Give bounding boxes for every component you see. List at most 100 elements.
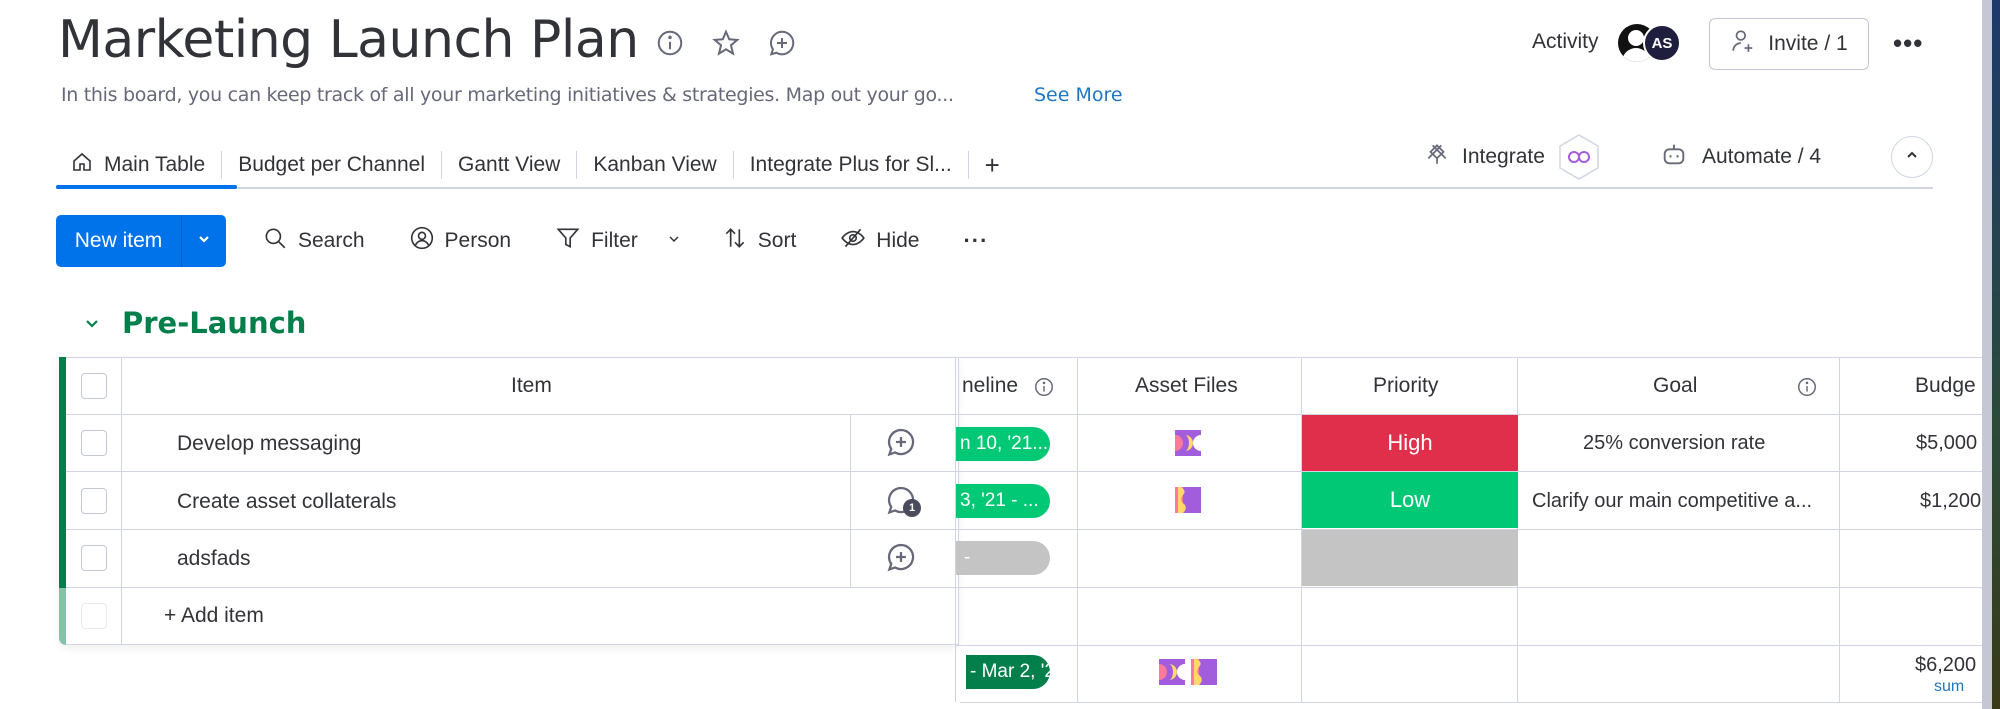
search-button[interactable]: Search	[262, 225, 365, 257]
person-label: Person	[444, 229, 512, 252]
home-icon	[70, 150, 94, 180]
item-name[interactable]: adsfads	[177, 547, 251, 571]
add-person-icon	[1730, 28, 1756, 60]
add-view-button[interactable]: +	[967, 150, 1016, 180]
budget-sum-value: $6,200	[1915, 654, 1977, 676]
search-label: Search	[298, 229, 365, 252]
sort-icon	[722, 225, 748, 257]
chevron-up-icon	[1904, 147, 1920, 168]
board-title[interactable]: Marketing Launch Plan	[58, 10, 639, 70]
toolbar-more-icon[interactable]: ···	[963, 228, 988, 254]
activity-button[interactable]: Activity	[1532, 30, 1599, 54]
add-row-checkbox	[81, 603, 107, 629]
tab-budget-per-channel[interactable]: Budget per Channel	[221, 151, 441, 179]
timeline-summary-pill: - Mar 2, '2	[966, 655, 1050, 689]
column-header-goal[interactable]: Goal	[1653, 374, 1697, 398]
info-icon[interactable]	[655, 28, 685, 63]
filter-label: Filter	[591, 229, 638, 252]
sort-label: Sort	[757, 229, 797, 252]
priority-status-cell[interactable]: High	[1302, 415, 1518, 471]
group-color-bar	[59, 357, 66, 588]
tab-gantt-view[interactable]: Gantt View	[441, 151, 576, 179]
tab-kanban-view[interactable]: Kanban View	[576, 151, 732, 179]
board-title-actions	[655, 28, 797, 63]
row-divider	[955, 357, 1982, 358]
select-all-checkbox[interactable]	[81, 373, 107, 399]
priority-status-cell[interactable]: Low	[1302, 472, 1518, 528]
board-more-menu-icon[interactable]: •••	[1893, 28, 1923, 59]
file-thumbnail-icon[interactable]	[1175, 487, 1201, 513]
info-icon[interactable]	[1033, 376, 1055, 403]
column-header-item[interactable]: Item	[511, 374, 552, 398]
item-name[interactable]: Create asset collaterals	[177, 490, 396, 514]
goal-cell[interactable]: 25% conversion rate	[1583, 432, 1765, 455]
tab-label: Budget per Channel	[238, 153, 425, 176]
group-collapse-chevron-icon[interactable]	[82, 314, 102, 334]
priority-status-cell-empty[interactable]	[1302, 530, 1518, 586]
add-update-icon[interactable]	[767, 28, 797, 63]
updates-count-badge: 1	[903, 499, 921, 517]
item-name[interactable]: Develop messaging	[177, 432, 361, 456]
sort-button[interactable]: Sort	[722, 225, 797, 257]
column-divider	[955, 357, 956, 702]
tab-label: Integrate Plus for Sl...	[749, 153, 952, 176]
row-divider	[955, 587, 1982, 588]
see-more-link[interactable]: See More	[1034, 84, 1123, 106]
search-icon	[262, 225, 288, 257]
invite-button[interactable]: Invite / 1	[1709, 18, 1869, 70]
tab-label: Gantt View	[458, 153, 561, 176]
invite-label: Invite / 1	[1768, 32, 1848, 55]
tab-main-table[interactable]: Main Table	[56, 151, 221, 179]
person-filter-button[interactable]: Person	[409, 225, 512, 257]
vertical-scrollbar[interactable]	[1982, 0, 1992, 709]
desktop-background-edge	[1992, 0, 2000, 709]
budget-sum-label: sum	[1934, 678, 1965, 695]
file-thumbnail-icon	[1191, 659, 1217, 685]
column-header-budget[interactable]: Budge	[1915, 374, 1982, 398]
filter-icon	[555, 225, 581, 257]
filter-button[interactable]: Filter	[555, 225, 682, 257]
chevron-down-icon[interactable]	[648, 229, 682, 253]
timeline-pill[interactable]: 3, '21 - ...	[956, 484, 1050, 518]
person-icon	[409, 225, 435, 257]
board-toolbar: Search Person Filter Sort Hide ···	[262, 224, 988, 258]
add-update-icon[interactable]	[884, 425, 918, 464]
row-divider	[66, 414, 956, 415]
new-item-button[interactable]: New item	[56, 215, 226, 267]
add-item-input[interactable]: + Add item	[164, 604, 264, 628]
column-divider	[121, 357, 122, 645]
active-tab-indicator	[56, 185, 237, 189]
star-icon[interactable]	[711, 28, 741, 63]
tab-integrate-plus[interactable]: Integrate Plus for Sl...	[732, 151, 968, 179]
row-divider	[66, 471, 956, 472]
timeline-pill-empty[interactable]: -	[956, 541, 1050, 575]
hide-button[interactable]: Hide	[840, 225, 919, 257]
timeline-pill[interactable]: n 10, '21...	[956, 427, 1050, 461]
new-item-dropdown[interactable]	[182, 215, 226, 267]
avatar-initials[interactable]: AS	[1643, 24, 1681, 62]
integration-app-icon	[1557, 133, 1601, 181]
budget-cell[interactable]: $1,200	[1920, 490, 1982, 513]
add-update-icon[interactable]	[884, 540, 918, 579]
column-header-asset-files[interactable]: Asset Files	[1135, 374, 1238, 398]
file-thumbnail-icon[interactable]	[1175, 430, 1201, 456]
board-description: In this board, you can keep track of all…	[61, 84, 954, 106]
group-title[interactable]: Pre-Launch	[122, 306, 306, 340]
tab-label: Main Table	[104, 153, 206, 176]
column-header-priority[interactable]: Priority	[1373, 374, 1438, 398]
eye-off-icon	[840, 225, 866, 257]
info-icon[interactable]	[1796, 376, 1818, 403]
automate-button[interactable]: Automate / 4	[1660, 140, 1821, 174]
collapse-header-button[interactable]	[1891, 136, 1933, 178]
new-item-label[interactable]: New item	[56, 215, 182, 267]
column-header-timeline[interactable]: neline	[962, 374, 1018, 398]
budget-cell[interactable]: $5,000	[1916, 432, 1982, 455]
row-divider	[955, 645, 1982, 646]
integrate-button[interactable]: Integrate	[1424, 134, 1601, 180]
goal-cell[interactable]: Clarify our main competitive a...	[1532, 490, 1812, 513]
row-checkbox[interactable]	[81, 545, 107, 571]
chevron-down-icon	[196, 229, 212, 253]
row-checkbox[interactable]	[81, 488, 107, 514]
row-checkbox[interactable]	[81, 430, 107, 456]
view-tabs: Main Table Budget per Channel Gantt View…	[56, 140, 1016, 190]
